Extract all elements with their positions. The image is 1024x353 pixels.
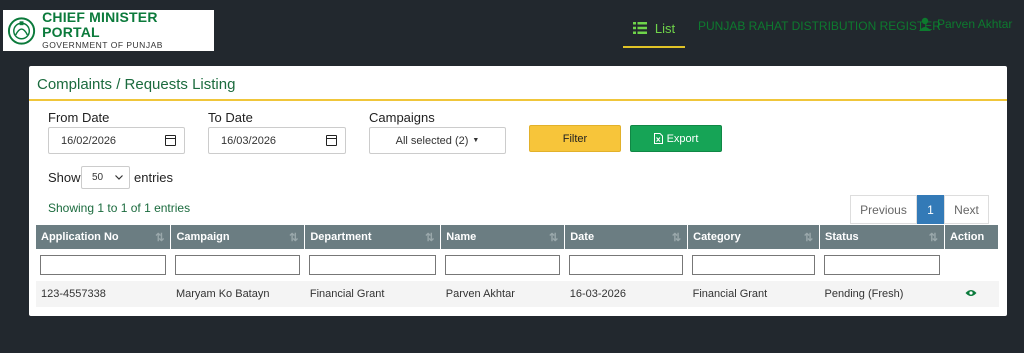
listing-panel: Complaints / Requests Listing From Date … bbox=[29, 66, 1007, 316]
calendar-icon[interactable] bbox=[165, 135, 176, 146]
cell-category: Financial Grant bbox=[687, 281, 820, 307]
previous-page-button[interactable]: Previous bbox=[850, 195, 917, 224]
column-header-name[interactable]: Name ⇅ bbox=[440, 225, 566, 249]
from-date-label: From Date bbox=[48, 110, 110, 125]
to-date-value: 16/03/2026 bbox=[221, 134, 277, 147]
page-size-select[interactable]: 50 bbox=[81, 166, 130, 189]
cell-department: Financial Grant bbox=[304, 281, 441, 307]
nav-list-label: List bbox=[654, 20, 676, 36]
to-date-label: To Date bbox=[208, 110, 253, 125]
column-header-campaign[interactable]: Campaign ⇅ bbox=[170, 225, 306, 249]
table-row: 123-4557338 Maryam Ko Batayn Financial G… bbox=[36, 281, 999, 307]
caret-down-icon: ▼ bbox=[472, 137, 480, 144]
show-label: Show bbox=[48, 170, 81, 185]
column-header-action: Action bbox=[944, 225, 1000, 249]
column-filter-row bbox=[36, 249, 1000, 281]
sort-icon: ⇅ bbox=[289, 232, 299, 244]
entries-info: Showing 1 to 1 of 1 entries bbox=[48, 201, 191, 215]
status-filter-input[interactable] bbox=[824, 255, 940, 275]
eye-icon[interactable] bbox=[965, 289, 977, 297]
chevron-down-icon bbox=[115, 175, 124, 180]
entries-label: entries bbox=[134, 170, 174, 185]
sort-icon: ⇅ bbox=[803, 232, 814, 244]
cell-application-no: 123-4557338 bbox=[36, 281, 171, 307]
category-filter-input[interactable] bbox=[692, 255, 816, 275]
user-name: Parven Akhtar bbox=[937, 17, 1013, 31]
cell-status: Pending (Fresh) bbox=[819, 281, 945, 307]
portal-logo[interactable]: CHIEF MINISTER PORTAL GOVERNMENT OF PUNJ… bbox=[3, 10, 214, 51]
user-menu[interactable]: Parven Akhtar bbox=[918, 17, 1012, 31]
cell-campaign: Maryam Ko Batayn bbox=[170, 281, 305, 307]
page-1-button[interactable]: 1 bbox=[917, 195, 944, 224]
cell-action bbox=[944, 281, 999, 307]
campaigns-value: All selected (2) bbox=[395, 134, 469, 147]
nav-list-tab[interactable]: List bbox=[623, 10, 685, 48]
department-filter-input[interactable] bbox=[309, 255, 437, 275]
sort-icon: ⇅ bbox=[425, 232, 435, 244]
cell-name: Parven Akhtar bbox=[440, 281, 565, 307]
application-no-filter-input[interactable] bbox=[40, 255, 167, 275]
sort-icon: ⇅ bbox=[928, 232, 938, 244]
filter-button[interactable]: Filter bbox=[529, 125, 621, 152]
file-excel-icon bbox=[653, 133, 663, 144]
page-size-value: 50 bbox=[92, 172, 104, 183]
sort-icon: ⇅ bbox=[671, 232, 682, 244]
column-header-status[interactable]: Status ⇅ bbox=[819, 225, 945, 249]
to-date-input[interactable]: 16/03/2026 bbox=[208, 127, 346, 154]
name-filter-input[interactable] bbox=[445, 255, 561, 275]
column-header-application-no[interactable]: Application No ⇅ bbox=[36, 225, 172, 249]
table-header-row: Application No ⇅ Campaign ⇅ Department ⇅ Na… bbox=[36, 225, 1000, 249]
logo-title: CHIEF MINISTER PORTAL bbox=[42, 9, 158, 40]
sort-icon: ⇅ bbox=[155, 232, 165, 244]
nav-register-link[interactable]: PUNJAB RAHAT DISTRIBUTION REGISTER bbox=[698, 19, 941, 33]
column-header-date[interactable]: Date ⇅ bbox=[564, 225, 689, 249]
cell-date: 16-03-2026 bbox=[564, 281, 688, 307]
column-header-category[interactable]: Category ⇅ bbox=[687, 225, 821, 249]
export-label: Export bbox=[666, 132, 699, 145]
punjab-emblem-icon bbox=[7, 16, 36, 45]
campaigns-select[interactable]: All selected (2) ▼ bbox=[369, 127, 506, 154]
next-page-button[interactable]: Next bbox=[944, 195, 989, 224]
from-date-input[interactable]: 16/02/2026 bbox=[48, 127, 185, 154]
calendar-icon[interactable] bbox=[326, 135, 337, 146]
complaints-table: Application No ⇅ Campaign ⇅ Department ⇅ Na… bbox=[36, 225, 1000, 307]
date-filter-input[interactable] bbox=[569, 255, 684, 275]
campaign-filter-input[interactable] bbox=[175, 255, 301, 275]
pagination: Previous 1 Next bbox=[850, 195, 989, 224]
panel-title: Complaints / Requests Listing bbox=[29, 66, 1007, 101]
from-date-value: 16/02/2026 bbox=[61, 134, 117, 147]
column-header-department[interactable]: Department ⇅ bbox=[304, 225, 442, 249]
logo-subtitle: GOVERNMENT OF PUNJAB bbox=[42, 40, 163, 50]
campaigns-label: Campaigns bbox=[369, 110, 435, 125]
user-icon bbox=[919, 17, 931, 31]
sort-icon: ⇅ bbox=[549, 232, 559, 244]
list-icon bbox=[632, 22, 647, 34]
export-button[interactable]: Export bbox=[630, 125, 722, 152]
